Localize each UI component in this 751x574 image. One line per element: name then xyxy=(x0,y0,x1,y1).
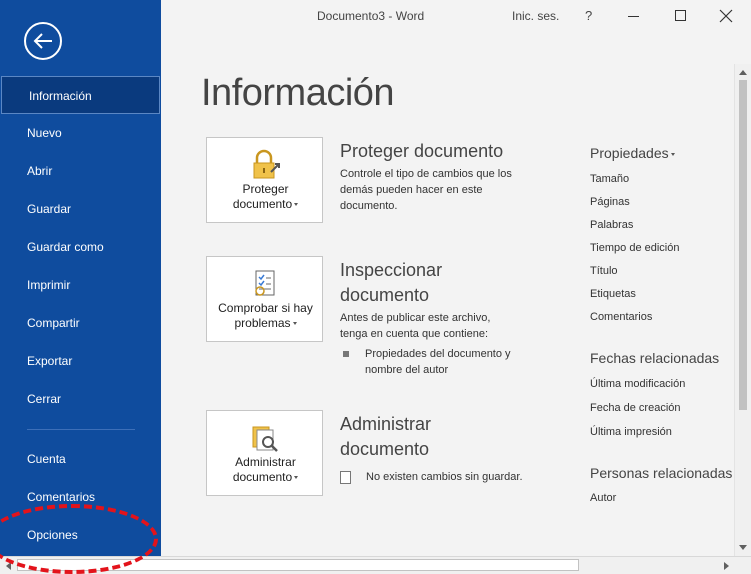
info-panel: Información Proteger documento Proteger … xyxy=(161,32,734,556)
nav-item-exportar[interactable]: Exportar xyxy=(0,342,161,380)
scroll-corner xyxy=(734,557,751,574)
chevron-down-icon xyxy=(294,203,299,207)
inspect-title: Inspeccionar documento xyxy=(340,258,442,308)
card-label-line1: Proteger xyxy=(242,182,289,196)
backstage-nav: Información Nuevo Abrir Guardar Guardar … xyxy=(0,76,161,554)
page-title: Información xyxy=(201,72,395,114)
scroll-thumb[interactable] xyxy=(17,559,579,571)
arrow-left-icon xyxy=(33,33,52,49)
scroll-left-icon[interactable] xyxy=(6,562,11,570)
document-icon xyxy=(340,471,351,484)
nav-item-guardar-como[interactable]: Guardar como xyxy=(0,228,161,266)
property-label: Palabras xyxy=(590,219,634,231)
bullet-text: Propiedades del documento y nombre del a… xyxy=(365,348,511,376)
horizontal-scrollbar[interactable] xyxy=(0,556,751,574)
related-people-heading: Personas relacionadas xyxy=(590,465,733,481)
chevron-down-icon xyxy=(294,476,299,480)
nav-item-compartir[interactable]: Compartir xyxy=(0,304,161,342)
card-label-line1: Comprobar si hay xyxy=(218,301,313,315)
back-button[interactable] xyxy=(24,22,62,60)
nav-divider xyxy=(27,429,135,430)
manage-title-line1: Administrar xyxy=(340,414,432,434)
person-label: Autor xyxy=(590,492,617,504)
scroll-down-icon[interactable] xyxy=(739,545,747,550)
check-issues-button[interactable]: Comprobar si hay problemas xyxy=(206,256,323,342)
property-label: Tamaño xyxy=(590,173,630,185)
property-label: Título xyxy=(590,265,618,277)
properties-heading: Propiedades xyxy=(590,145,669,161)
manage-title: Administrar documento xyxy=(340,412,431,462)
nav-item-abrir[interactable]: Abrir xyxy=(0,152,161,190)
minimize-icon[interactable] xyxy=(628,16,639,17)
inspect-document-icon xyxy=(255,270,275,296)
lock-icon xyxy=(253,149,280,179)
card-label-line2: problemas xyxy=(207,316,324,331)
property-label: Comentarios xyxy=(590,311,653,323)
close-icon[interactable] xyxy=(719,9,733,23)
properties-dropdown[interactable]: Propiedades xyxy=(590,145,675,161)
scroll-up-icon[interactable] xyxy=(739,70,747,75)
nav-item-guardar[interactable]: Guardar xyxy=(0,190,161,228)
nav-item-imprimir[interactable]: Imprimir xyxy=(0,266,161,304)
nav-item-opciones[interactable]: Opciones xyxy=(0,516,161,554)
help-button[interactable]: ? xyxy=(585,8,592,23)
maximize-icon[interactable] xyxy=(675,10,686,21)
date-label: Fecha de creación xyxy=(590,402,681,414)
nav-item-comentarios[interactable]: Comentarios xyxy=(0,478,161,516)
card-label-line2: documento xyxy=(207,470,324,485)
chevron-down-icon xyxy=(670,152,675,156)
inspect-title-line1: Inspeccionar xyxy=(340,260,443,280)
protect-title: Proteger documento xyxy=(340,141,504,161)
scroll-thumb[interactable] xyxy=(739,80,747,410)
date-label: Última impresión xyxy=(590,426,672,438)
backstage-sidebar: Información Nuevo Abrir Guardar Guardar … xyxy=(0,0,161,556)
sign-in-link[interactable]: Inic. ses. xyxy=(512,9,559,23)
bullet-icon xyxy=(343,351,349,357)
property-label: Etiquetas xyxy=(590,288,636,300)
card-label-line2: documento xyxy=(207,197,324,212)
inspect-title-line2: documento xyxy=(340,285,430,305)
scroll-right-icon[interactable] xyxy=(724,562,729,570)
card-label-line1: Administrar xyxy=(235,455,296,469)
date-label: Última modificación xyxy=(590,378,686,390)
nav-item-nuevo[interactable]: Nuevo xyxy=(0,114,161,152)
manage-document-icon xyxy=(252,426,278,452)
related-dates-heading: Fechas relacionadas xyxy=(590,350,720,366)
inspect-description: Antes de publicar este archivo, tenga en… xyxy=(340,312,491,340)
protect-document-button[interactable]: Proteger documento xyxy=(206,137,323,223)
protect-description: Controle el tipo de cambios que los demá… xyxy=(340,168,512,212)
chevron-down-icon xyxy=(292,322,297,326)
window-title: Documento3 - Word xyxy=(317,9,425,23)
manage-note: No existen cambios sin guardar. xyxy=(366,471,523,483)
property-label: Páginas xyxy=(590,196,630,208)
manage-title-line2: documento xyxy=(340,439,430,459)
title-bar: Documento3 - Word Inic. ses. ? xyxy=(161,0,751,32)
vertical-scrollbar[interactable] xyxy=(734,64,751,556)
nav-item-cuenta[interactable]: Cuenta xyxy=(0,440,161,478)
nav-item-cerrar[interactable]: Cerrar xyxy=(0,380,161,418)
manage-document-button[interactable]: Administrar documento xyxy=(206,410,323,496)
nav-item-informacion[interactable]: Información xyxy=(1,76,160,114)
property-label: Tiempo de edición xyxy=(590,242,680,254)
